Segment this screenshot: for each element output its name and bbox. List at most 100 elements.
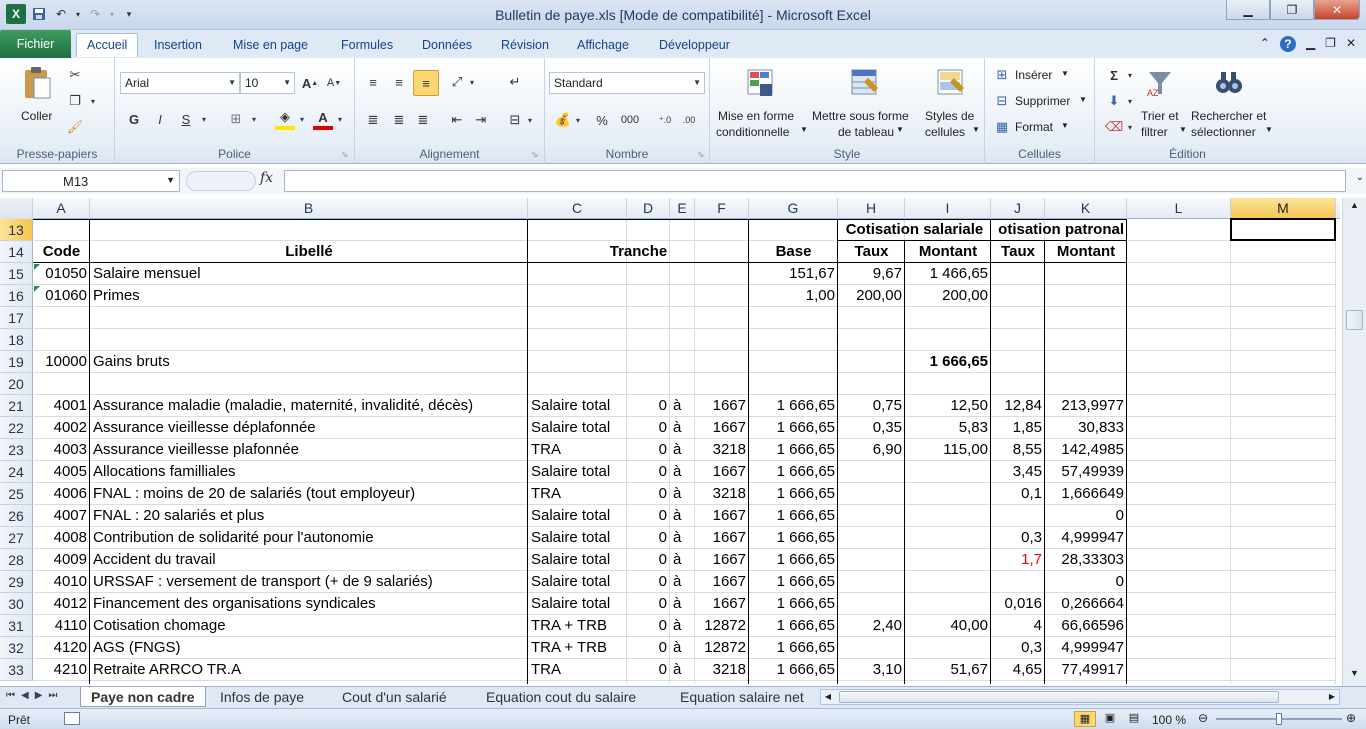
column-header-c[interactable]: C (528, 198, 627, 219)
minimize-ribbon-icon[interactable]: ⌃ (1260, 36, 1270, 52)
insert-cells-icon[interactable]: ⊞ (993, 66, 1011, 84)
scroll-up-icon[interactable]: ▲ (1346, 200, 1363, 216)
cell-e33[interactable]: à (670, 659, 684, 681)
column-header-k[interactable]: K (1045, 198, 1127, 219)
select-all-corner[interactable] (0, 198, 33, 219)
cell-a23[interactable]: 4003 (33, 439, 90, 461)
cell-a32[interactable]: 4120 (33, 637, 90, 659)
alignment-dialog-launcher-icon[interactable]: ⬂ (529, 148, 541, 160)
format-as-table-label-1[interactable]: Mettre sous forme (812, 109, 909, 123)
cell-k27[interactable]: 4,999947 (1045, 527, 1127, 549)
cell-styles-label-2[interactable]: cellules (925, 125, 965, 139)
cell-h33[interactable]: 3,10 (838, 659, 905, 681)
cell-f21[interactable]: 1667 (695, 395, 749, 417)
cell-e21[interactable]: à (670, 395, 684, 417)
cell-f30[interactable]: 1667 (695, 593, 749, 615)
autosum-icon[interactable]: Σ (1105, 66, 1123, 84)
increase-decimal-icon[interactable]: ⁺.0 (655, 110, 675, 130)
align-middle-icon[interactable]: ≡ (389, 72, 409, 92)
cell-d24[interactable]: 0 (627, 461, 670, 483)
cell-f31[interactable]: 12872 (695, 615, 749, 637)
cell-h22[interactable]: 0,35 (838, 417, 905, 439)
clear-dropdown-icon[interactable]: ▾ (1125, 118, 1135, 136)
macro-record-icon[interactable] (64, 712, 80, 725)
cell-c22[interactable]: Salaire total (528, 417, 613, 439)
fill-dropdown-icon[interactable]: ▾ (1125, 92, 1135, 110)
close-button[interactable]: ✕ (1314, 0, 1360, 20)
conditional-formatting-icon[interactable] (746, 68, 776, 98)
cell-b24[interactable]: Allocations familliales (90, 461, 239, 483)
cell-c23[interactable]: TRA (528, 439, 564, 461)
cell-k23[interactable]: 142,4985 (1045, 439, 1127, 461)
cell-i33[interactable]: 51,67 (905, 659, 991, 681)
cell-a29[interactable]: 4010 (33, 571, 90, 593)
cell-a26[interactable]: 4007 (33, 505, 90, 527)
cell-a27[interactable]: 4008 (33, 527, 90, 549)
cell-a33[interactable]: 4210 (33, 659, 90, 681)
cell-e31[interactable]: à (670, 615, 684, 637)
cut-icon[interactable]: ✂ (66, 66, 84, 84)
cell-k14[interactable]: Montant (1045, 241, 1127, 263)
cell-c28[interactable]: Salaire total (528, 549, 613, 571)
cell-j21[interactable]: 12,84 (991, 395, 1045, 417)
column-header-h[interactable]: H (838, 198, 905, 219)
align-right-icon[interactable]: ≣ (413, 110, 433, 130)
font-dialog-launcher-icon[interactable]: ⬂ (339, 148, 351, 160)
cell-b25[interactable]: FNAL : moins de 20 de salariés (tout emp… (90, 483, 418, 505)
decrease-decimal-icon[interactable]: .00 (679, 110, 699, 130)
cell-d26[interactable]: 0 (627, 505, 670, 527)
cell-c21[interactable]: Salaire total (528, 395, 613, 417)
page-break-view-icon[interactable]: ▤ (1124, 711, 1144, 727)
number-format-combo[interactable]: Standard ▼ (549, 72, 705, 94)
sort-filter-label-2[interactable]: filtrer (1141, 125, 1168, 139)
copy-icon[interactable]: ❐ (66, 92, 84, 110)
copy-dropdown-icon[interactable]: ▾ (88, 92, 98, 110)
cell-j14[interactable]: Taux (991, 241, 1045, 263)
cell-h15[interactable]: 9,67 (838, 263, 905, 285)
name-box[interactable]: M13 ▼ (2, 170, 180, 192)
cell-j30[interactable]: 0,016 (991, 593, 1045, 615)
cell-d30[interactable]: 0 (627, 593, 670, 615)
cell-f27[interactable]: 1667 (695, 527, 749, 549)
cell-g29[interactable]: 1 666,65 (749, 571, 838, 593)
cell-a21[interactable]: 4001 (33, 395, 90, 417)
page-layout-view-icon[interactable]: ▣ (1100, 711, 1120, 727)
cell-d28[interactable]: 0 (627, 549, 670, 571)
cell-i22[interactable]: 5,83 (905, 417, 991, 439)
cell-c32[interactable]: TRA + TRB (528, 637, 610, 659)
delete-cells-icon[interactable]: ⊟ (993, 92, 1011, 110)
sort-filter-label-1[interactable]: Trier et (1141, 109, 1179, 123)
cell-b14[interactable]: Libellé (90, 241, 528, 263)
cell-g30[interactable]: 1 666,65 (749, 593, 838, 615)
format-painter-icon[interactable]: 🖌 (66, 118, 84, 136)
fill-color-icon[interactable]: ◈ (275, 108, 295, 130)
cell-i31[interactable]: 40,00 (905, 615, 991, 637)
sheet-nav-icons[interactable]: ⏮◀▶⏭ (6, 690, 63, 701)
cell-a15[interactable]: 01050 (33, 263, 90, 285)
normal-view-icon[interactable]: ▦ (1074, 711, 1096, 727)
cell-d21[interactable]: 0 (627, 395, 670, 417)
cell-k30[interactable]: 0,266664 (1045, 593, 1127, 615)
cell-k24[interactable]: 57,49939 (1045, 461, 1127, 483)
cell-j24[interactable]: 3,45 (991, 461, 1045, 483)
cell-h14[interactable]: Taux (838, 241, 905, 263)
delete-cells-label[interactable]: Supprimer (1015, 94, 1070, 108)
cell-h23[interactable]: 6,90 (838, 439, 905, 461)
sheet-tab-equation-cout[interactable]: Equation cout du salaire (476, 687, 646, 707)
cell-j25[interactable]: 0,1 (991, 483, 1045, 505)
cell-k25[interactable]: 1,666649 (1045, 483, 1127, 505)
fill-icon[interactable]: ⬇ (1105, 92, 1123, 110)
column-header-d[interactable]: D (627, 198, 670, 219)
font-color-icon[interactable]: A (313, 108, 333, 130)
wrap-text-icon[interactable]: ↵ (505, 72, 525, 92)
borders-icon[interactable]: ⊞ (227, 110, 245, 128)
cell-g15[interactable]: 151,67 (749, 263, 838, 285)
cell-j27[interactable]: 0,3 (991, 527, 1045, 549)
cell-g27[interactable]: 1 666,65 (749, 527, 838, 549)
cell-j32[interactable]: 0,3 (991, 637, 1045, 659)
cell-b23[interactable]: Assurance vieillesse plafonnée (90, 439, 302, 461)
cell-k22[interactable]: 30,833 (1045, 417, 1127, 439)
merge-center-icon[interactable]: ⊟ (505, 110, 525, 130)
cell-i15[interactable]: 1 466,65 (905, 263, 991, 285)
cell-g16[interactable]: 1,00 (749, 285, 838, 307)
